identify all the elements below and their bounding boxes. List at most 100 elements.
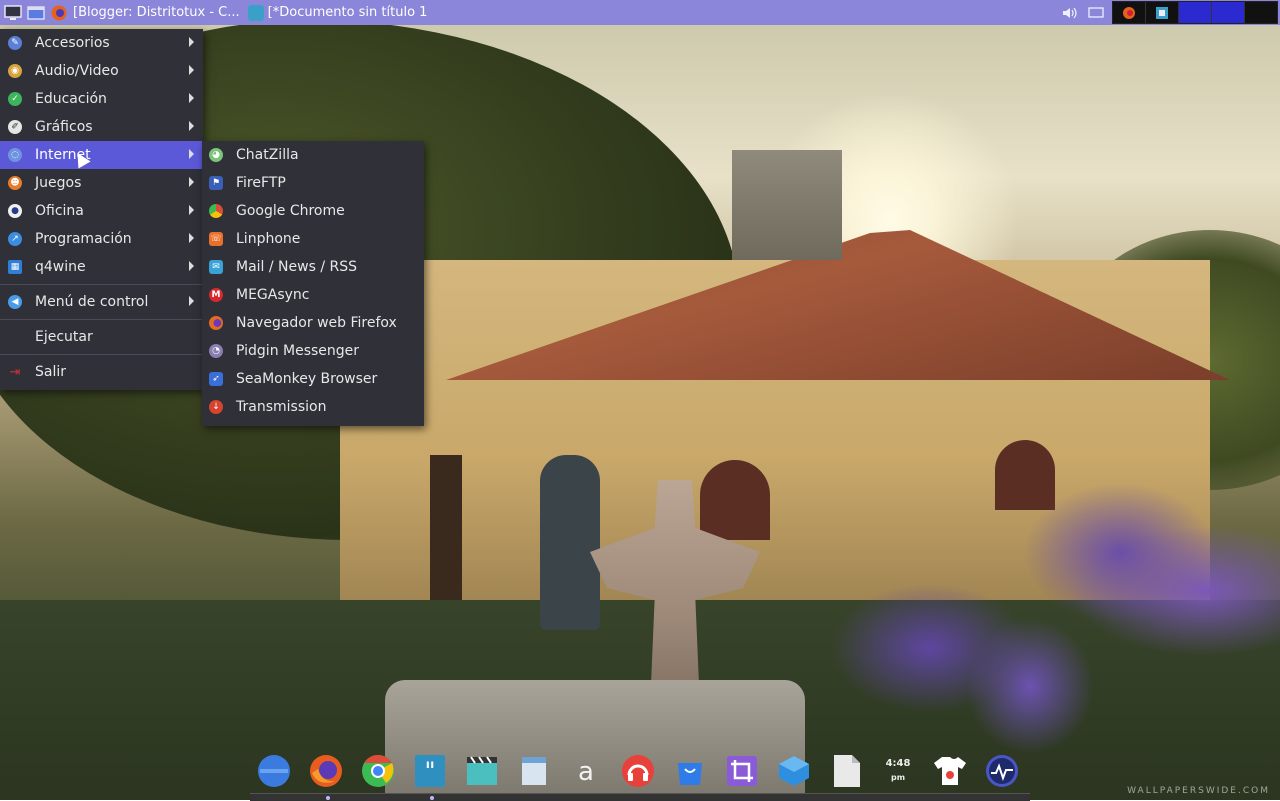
run-icon	[8, 330, 22, 344]
submenu-item-pidgin[interactable]: ◔ Pidgin Messenger	[202, 337, 424, 365]
firefox-tray-icon[interactable]	[1113, 2, 1146, 23]
submenu-arrow-icon	[189, 121, 194, 131]
submenu-item-firefox[interactable]: Navegador web Firefox	[202, 309, 424, 337]
games-icon: ☻	[8, 176, 22, 190]
submenu-item-google-chrome[interactable]: Google Chrome	[202, 197, 424, 225]
video-editor-icon[interactable]	[464, 753, 500, 789]
menu-item-label: Programación	[35, 231, 132, 247]
submenu-arrow-icon	[189, 93, 194, 103]
transmission-icon: ↓	[209, 400, 223, 414]
submenu-item-transmission[interactable]: ↓ Transmission	[202, 393, 424, 421]
multimedia-icon: ◉	[8, 64, 22, 78]
menu-item-internet[interactable]: ◌ Internet	[0, 141, 203, 169]
wallpaper-chimney	[732, 150, 842, 260]
submenu-item-megasync[interactable]: M MEGAsync	[202, 281, 424, 309]
menu-launcher-icon[interactable]	[3, 3, 23, 23]
submenu-item-linphone[interactable]: ☏ Linphone	[202, 225, 424, 253]
firefox-launcher-icon[interactable]	[49, 3, 69, 23]
document-icon	[247, 4, 264, 21]
files-icon[interactable]	[256, 753, 292, 789]
workspace-4[interactable]	[1212, 2, 1245, 23]
menu-item-q4wine[interactable]: ▦ q4wine	[0, 253, 203, 281]
workspace-5[interactable]	[1245, 2, 1277, 23]
menu-item-label: Oficina	[35, 203, 84, 219]
submenu-item-label: Navegador web Firefox	[236, 315, 397, 331]
music-icon[interactable]	[620, 753, 656, 789]
submenu-item-seamonkey[interactable]: ➶ SeaMonkey Browser	[202, 365, 424, 393]
submenu-item-label: Linphone	[236, 231, 301, 247]
quote-icon[interactable]: "	[412, 753, 448, 789]
submenu-item-label: Transmission	[236, 399, 327, 415]
submenu-item-label: SeaMonkey Browser	[236, 371, 378, 387]
system-tray	[1060, 0, 1280, 25]
task-firefox[interactable]: [Blogger: Distritotux - C...	[69, 0, 244, 25]
menu-separator	[0, 319, 203, 320]
wallpaper-statue	[540, 455, 600, 630]
workspace-3[interactable]	[1179, 2, 1212, 23]
submenu-arrow-icon	[189, 233, 194, 243]
menu-item-audio-video[interactable]: ◉ Audio/Video	[0, 57, 203, 85]
display-icon[interactable]	[1086, 3, 1106, 23]
menu-item-programacion[interactable]: ↗ Programación	[0, 225, 203, 253]
submenu-item-fireftp[interactable]: ⚑ FireFTP	[202, 169, 424, 197]
submenu-item-label: MEGAsync	[236, 287, 310, 303]
notes-icon[interactable]	[516, 753, 552, 789]
linphone-icon: ☏	[209, 232, 223, 246]
wallpaper-watermark: WALLPAPERSWIDE.COM	[1127, 786, 1270, 796]
task-label: [Blogger: Distritotux - C...	[73, 5, 240, 20]
workspace-pager[interactable]	[1112, 1, 1278, 24]
mail-icon: ✉	[209, 260, 223, 274]
accessories-icon: ✎	[8, 36, 22, 50]
svg-text:": "	[424, 757, 435, 785]
submenu-item-chatzilla[interactable]: ◕ ChatZilla	[202, 141, 424, 169]
office-icon: ●	[8, 204, 22, 218]
submenu-arrow-icon	[189, 177, 194, 187]
firefox-icon[interactable]	[308, 753, 344, 789]
submenu-arrow-icon	[189, 37, 194, 47]
menu-item-salir[interactable]: ⇥ Salir	[0, 358, 203, 386]
menu-item-label: Ejecutar	[35, 329, 93, 345]
submenu-item-label: FireFTP	[236, 175, 286, 191]
education-icon: ✓	[8, 92, 22, 106]
shirt-icon[interactable]	[932, 753, 968, 789]
submenu-item-mail[interactable]: ✉ Mail / News / RSS	[202, 253, 424, 281]
package-icon[interactable]	[776, 753, 812, 789]
submenu-arrow-icon	[189, 205, 194, 215]
menu-item-label: Accesorios	[35, 35, 110, 51]
submenu-item-label: Google Chrome	[236, 203, 345, 219]
menu-item-educacion[interactable]: ✓ Educación	[0, 85, 203, 113]
menu-item-graficos[interactable]: ✐ Gráficos	[0, 113, 203, 141]
mega-icon: M	[209, 288, 223, 302]
app-tray-icon[interactable]	[1146, 2, 1179, 23]
menu-item-menu-de-control[interactable]: ◀ Menú de control	[0, 288, 203, 316]
menu-item-label: Salir	[35, 364, 67, 380]
menu-item-oficina[interactable]: ● Oficina	[0, 197, 203, 225]
internet-icon: ◌	[8, 148, 22, 162]
chatzilla-icon: ◕	[209, 148, 223, 162]
wallpaper-door	[430, 455, 462, 605]
submenu-arrow-icon	[189, 149, 194, 159]
top-panel: [Blogger: Distritotux - C... [*Documento…	[0, 0, 1280, 25]
font-icon[interactable]: a	[568, 753, 604, 789]
seamonkey-icon: ➶	[209, 372, 223, 386]
submenu-arrow-icon	[189, 65, 194, 75]
clock-time: 4:48	[885, 758, 911, 769]
show-desktop-icon[interactable]	[26, 3, 46, 23]
firefox-icon	[209, 316, 223, 330]
crop-icon[interactable]	[724, 753, 760, 789]
document-icon[interactable]	[828, 753, 864, 789]
chrome-icon[interactable]	[360, 753, 396, 789]
menu-item-juegos[interactable]: ☻ Juegos	[0, 169, 203, 197]
menu-item-label: Gráficos	[35, 119, 93, 135]
menu-separator	[0, 284, 203, 285]
submenu-item-label: ChatZilla	[236, 147, 299, 163]
wallpaper-window	[700, 460, 770, 540]
submenu-item-label: Mail / News / RSS	[236, 259, 358, 275]
internet-submenu: ◕ ChatZilla ⚑ FireFTP Google Chrome ☏ Li…	[202, 141, 424, 426]
store-icon[interactable]	[672, 753, 708, 789]
task-document[interactable]: [*Documento sin título 1	[244, 0, 432, 25]
monitor-icon[interactable]	[984, 753, 1020, 789]
volume-icon[interactable]	[1060, 3, 1080, 23]
menu-item-accesorios[interactable]: ✎ Accesorios	[0, 29, 203, 57]
menu-item-ejecutar[interactable]: Ejecutar	[0, 323, 203, 351]
